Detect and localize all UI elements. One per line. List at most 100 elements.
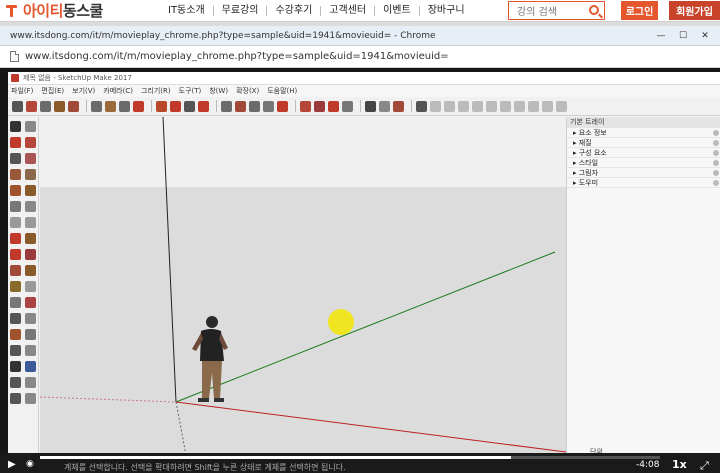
look-around-icon[interactable] bbox=[10, 393, 21, 404]
move-icon[interactable] bbox=[10, 233, 21, 244]
bottom-view-icon[interactable] bbox=[500, 100, 511, 112]
previous-view-icon[interactable] bbox=[25, 361, 36, 372]
orbit-tool-icon[interactable] bbox=[198, 100, 209, 112]
left-view-icon[interactable] bbox=[486, 100, 497, 112]
warehouse-icon[interactable] bbox=[277, 100, 288, 112]
tray-item-entity-info[interactable]: ▸ 요소 정보 bbox=[567, 128, 720, 138]
nav-item-cart[interactable]: 장바구니 bbox=[420, 5, 473, 16]
lecture-search-input[interactable]: 강의 검색 bbox=[508, 1, 605, 20]
play-icon[interactable]: ▶ bbox=[8, 459, 16, 470]
close-icon[interactable] bbox=[713, 180, 719, 186]
three-point-arc-icon[interactable] bbox=[25, 217, 36, 228]
menu-camera[interactable]: 카메라(C) bbox=[103, 86, 133, 96]
menu-view[interactable]: 보기(V) bbox=[72, 86, 95, 96]
nav-item-free-lectures[interactable]: 무료강의 bbox=[214, 5, 268, 16]
minimize-icon[interactable]: — bbox=[654, 30, 668, 42]
nav-item-support[interactable]: 고객센터 bbox=[321, 5, 376, 16]
zoom-window-tool-icon[interactable] bbox=[25, 345, 36, 356]
zoom-window-icon[interactable] bbox=[263, 100, 274, 112]
join-button[interactable]: 회원가입 bbox=[669, 1, 720, 20]
circle-icon[interactable] bbox=[10, 185, 21, 196]
arc-icon[interactable] bbox=[10, 201, 21, 212]
position-camera-icon[interactable] bbox=[10, 377, 21, 388]
close-icon[interactable]: ✕ bbox=[698, 30, 712, 42]
nav-item-about[interactable]: IT동소개 bbox=[160, 5, 214, 16]
textured-style-icon[interactable] bbox=[556, 100, 567, 112]
protractor-icon[interactable] bbox=[10, 297, 21, 308]
tray-item-styles[interactable]: ▸ 스타일 bbox=[567, 158, 720, 168]
zoom-icon[interactable] bbox=[10, 345, 21, 356]
xray-style-icon[interactable] bbox=[514, 100, 525, 112]
pan-icon[interactable] bbox=[25, 329, 36, 340]
freehand-icon[interactable] bbox=[25, 153, 36, 164]
playback-speed[interactable]: 1x bbox=[672, 458, 687, 471]
menu-window[interactable]: 창(W) bbox=[209, 86, 228, 96]
select-tool-icon[interactable] bbox=[12, 100, 23, 112]
two-point-arc-icon[interactable] bbox=[10, 217, 21, 228]
eraser-icon[interactable] bbox=[25, 137, 36, 148]
rotated-rectangle-icon[interactable] bbox=[25, 169, 36, 180]
3d-text-icon[interactable] bbox=[25, 313, 36, 324]
menu-help[interactable]: 도움말(H) bbox=[267, 86, 297, 96]
close-icon[interactable] bbox=[713, 130, 719, 136]
model-info-icon[interactable] bbox=[342, 100, 353, 112]
push-pull-icon[interactable] bbox=[25, 233, 36, 244]
make-component-icon[interactable] bbox=[25, 121, 36, 132]
close-icon[interactable] bbox=[713, 150, 719, 156]
front-view-icon[interactable] bbox=[444, 100, 455, 112]
arc-tool-icon[interactable] bbox=[54, 100, 65, 112]
site-logo[interactable]: 아이티동스쿨 bbox=[0, 0, 150, 21]
offset-tool-icon[interactable] bbox=[156, 100, 167, 112]
scale-icon[interactable] bbox=[10, 265, 21, 276]
zoom-extents-tool-icon[interactable] bbox=[10, 361, 21, 372]
section-icon[interactable] bbox=[25, 393, 36, 404]
back-view-icon[interactable] bbox=[472, 100, 483, 112]
outliner-icon[interactable] bbox=[393, 100, 404, 112]
layout-icon[interactable] bbox=[314, 100, 325, 112]
tray-item-components[interactable]: ▸ 구성 요소 bbox=[567, 148, 720, 158]
menu-draw[interactable]: 그리기(R) bbox=[141, 86, 171, 96]
rotate-tool-icon[interactable] bbox=[119, 100, 130, 112]
rectangle-icon[interactable] bbox=[10, 169, 21, 180]
select-arrow-icon[interactable] bbox=[10, 121, 21, 132]
nav-item-reviews[interactable]: 수강후기 bbox=[267, 5, 322, 16]
tray-item-instructor[interactable]: ▸ 도우미 bbox=[567, 178, 720, 188]
dimension-icon[interactable] bbox=[25, 281, 36, 292]
tape-icon[interactable] bbox=[10, 281, 21, 292]
menu-tools[interactable]: 도구(T) bbox=[179, 86, 202, 96]
follow-me-icon[interactable] bbox=[25, 249, 36, 260]
shaded-style-icon[interactable] bbox=[542, 100, 553, 112]
zoom-tool-icon[interactable] bbox=[235, 100, 246, 112]
page-info-icon[interactable] bbox=[10, 51, 19, 62]
sketchup-viewport[interactable] bbox=[40, 117, 566, 455]
close-icon[interactable] bbox=[713, 170, 719, 176]
offset-icon[interactable] bbox=[25, 265, 36, 276]
video-player[interactable]: 제목 없음 - SketchUp Make 2017 파일(F) 편집(E) 보… bbox=[0, 68, 720, 473]
maximize-icon[interactable]: ☐ bbox=[676, 30, 690, 42]
menu-file[interactable]: 파일(F) bbox=[11, 86, 33, 96]
right-view-icon[interactable] bbox=[458, 100, 469, 112]
display-section-icon[interactable] bbox=[379, 100, 390, 112]
zoom-extents-icon[interactable] bbox=[249, 100, 260, 112]
search-icon[interactable] bbox=[589, 5, 599, 15]
close-icon[interactable] bbox=[713, 140, 719, 146]
text-icon[interactable] bbox=[25, 297, 36, 308]
scale-tool-icon[interactable] bbox=[133, 100, 144, 112]
login-button[interactable]: 로그인 bbox=[621, 1, 658, 20]
address-bar[interactable]: www.itsdong.com/it/m/movieplay_chrome.ph… bbox=[0, 46, 720, 68]
wireframe-style-icon[interactable] bbox=[528, 100, 539, 112]
axes-icon[interactable] bbox=[10, 313, 21, 324]
polygon-icon[interactable] bbox=[25, 185, 36, 196]
orbit-icon[interactable] bbox=[10, 329, 21, 340]
tray-item-materials[interactable]: ▸ 재질 bbox=[567, 138, 720, 148]
move-tool-icon[interactable] bbox=[105, 100, 116, 112]
menu-extensions[interactable]: 확장(X) bbox=[236, 86, 259, 96]
push-pull-tool-icon[interactable] bbox=[91, 100, 102, 112]
section-plane-icon[interactable] bbox=[365, 100, 376, 112]
pan-tool-icon[interactable] bbox=[221, 100, 232, 112]
progress-bar[interactable] bbox=[40, 456, 660, 459]
pie-icon[interactable] bbox=[25, 201, 36, 212]
ruby-console-icon[interactable] bbox=[328, 100, 339, 112]
extension-icon[interactable] bbox=[300, 100, 311, 112]
eraser-tool-icon[interactable] bbox=[26, 100, 37, 112]
